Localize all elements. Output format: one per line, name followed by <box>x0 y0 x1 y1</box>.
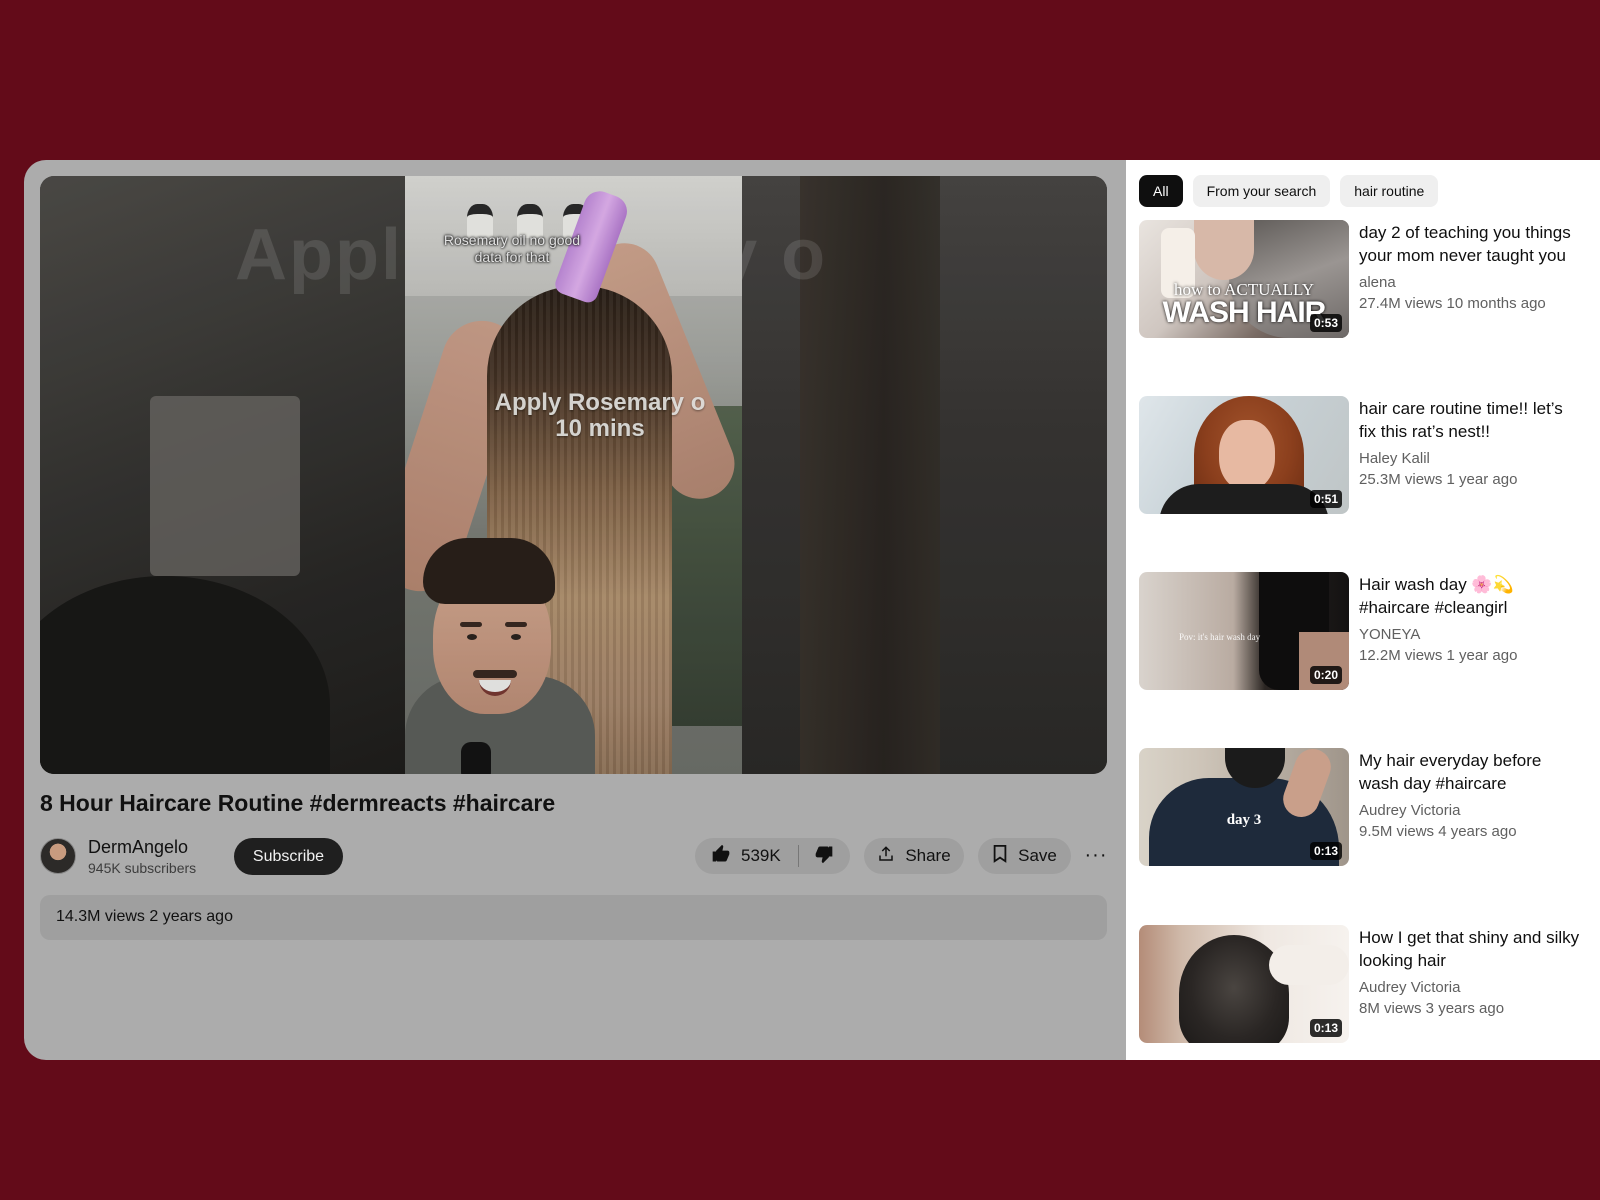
recommendations-sidebar: All From your search hair routine how to… <box>1126 160 1600 1060</box>
thumbs-up-icon <box>711 844 731 869</box>
like-dislike-group: 539K <box>695 838 850 874</box>
recommendation-meta: 8M views 3 years ago <box>1359 1000 1505 1017</box>
duration-badge: 0:51 <box>1309 490 1342 508</box>
save-button[interactable]: Save <box>978 838 1071 874</box>
subscriber-count: 945K subscribers <box>88 860 197 876</box>
thumbs-down-icon <box>814 844 834 869</box>
recommendation-item[interactable]: 0:13 How I get that shiny and silky look… <box>1139 925 1589 1045</box>
chip-hair-routine[interactable]: hair routine <box>1340 175 1439 207</box>
duration-badge: 0:20 <box>1309 666 1342 684</box>
thumb-shape <box>1219 420 1275 490</box>
duration-badge: 0:13 <box>1309 842 1342 860</box>
recommendation-channel[interactable]: alena <box>1359 274 1396 291</box>
recommendation-title[interactable]: hair care routine time!! let’s fix this … <box>1359 397 1584 443</box>
video-presenter-mustache <box>473 670 517 678</box>
recommendation-meta: 25.3M views 1 year ago <box>1359 471 1518 488</box>
recommendation-title[interactable]: My hair everyday before wash day #hairca… <box>1359 749 1584 795</box>
video-caption-top: Rosemary oil no good data for that <box>443 232 581 265</box>
video-thumbnail[interactable]: 0:13 <box>1139 925 1349 1043</box>
recommendation-item[interactable]: day 3 0:13 My hair everyday before wash … <box>1139 748 1589 868</box>
like-button[interactable]: 539K <box>695 838 798 874</box>
save-label: Save <box>1018 846 1057 865</box>
recommendation-channel[interactable]: Audrey Victoria <box>1359 802 1460 819</box>
recommendation-item[interactable]: 0:51 hair care routine time!! let’s fix … <box>1139 396 1589 516</box>
subscribe-button[interactable]: Subscribe <box>234 838 343 875</box>
thumb-shape <box>1179 935 1289 1043</box>
dislike-button[interactable] <box>799 838 849 874</box>
video-presenter-hair <box>423 538 555 604</box>
chip-from-your-search[interactable]: From your search <box>1192 175 1331 207</box>
recommendation-meta: 9.5M views 4 years ago <box>1359 823 1517 840</box>
recommendation-title[interactable]: How I get that shiny and silky looking h… <box>1359 926 1584 972</box>
video-presenter-brow <box>505 622 527 627</box>
recommendation-channel[interactable]: Audrey Victoria <box>1359 979 1460 996</box>
channel-avatar[interactable] <box>40 838 76 874</box>
bookmark-icon <box>992 844 1008 868</box>
video-thumbnail[interactable]: day 3 0:13 <box>1139 748 1349 866</box>
more-icon[interactable]: ··· <box>1084 840 1108 870</box>
video-center-frame: Rosemary oil no good data for that Apply… <box>405 176 742 774</box>
chip-all[interactable]: All <box>1139 175 1183 207</box>
duration-badge: 0:13 <box>1309 1019 1342 1037</box>
channel-name[interactable]: DermAngelo <box>88 837 188 858</box>
share-icon <box>877 845 895 868</box>
recommendation-meta: 27.4M views 10 months ago <box>1359 295 1546 312</box>
video-presenter-eye <box>467 634 477 640</box>
video-microphone <box>461 742 491 774</box>
video-caption-mid: Apply Rosemary o 10 mins <box>494 390 706 442</box>
recommendation-title[interactable]: Hair wash day 🌸💫 #haircare #cleangirl <box>1359 573 1584 619</box>
thumb-shape <box>1269 945 1349 985</box>
thumbnail-text: day 3 <box>1226 812 1262 828</box>
recommendation-item[interactable]: how to ACTUALLY WASH HAIR 0:53 day 2 of … <box>1139 220 1589 340</box>
recommendation-title[interactable]: day 2 of teaching you things your mom ne… <box>1359 221 1584 267</box>
thumbnail-text: Pov: it's hair wash day <box>1179 632 1261 642</box>
video-title: 8 Hour Haircare Routine #dermreacts #hai… <box>40 790 556 816</box>
thumb-shape <box>1159 484 1329 514</box>
video-thumbnail[interactable]: Pov: it's hair wash day 0:20 <box>1139 572 1349 690</box>
video-presenter-eye <box>511 634 521 640</box>
filter-chips: All From your search hair routine <box>1139 175 1439 207</box>
video-player[interactable]: Appl ary o Rosemary oil no good data f <box>40 176 1107 774</box>
share-label: Share <box>905 846 951 865</box>
video-presenter-brow <box>460 622 482 627</box>
views-and-date: 14.3M views 2 years ago <box>56 908 233 925</box>
video-thumbnail[interactable]: 0:51 <box>1139 396 1349 514</box>
recommendation-channel[interactable]: YONEYA <box>1359 626 1420 643</box>
description-box[interactable]: 14.3M views 2 years ago <box>40 895 1107 940</box>
video-thumbnail[interactable]: how to ACTUALLY WASH HAIR 0:53 <box>1139 220 1349 338</box>
recommendation-meta: 12.2M views 1 year ago <box>1359 647 1518 664</box>
like-count: 539K <box>741 846 781 865</box>
share-button[interactable]: Share <box>864 838 964 874</box>
recommendation-item[interactable]: Pov: it's hair wash day 0:20 Hair wash d… <box>1139 572 1589 692</box>
video-bg-mirror <box>150 396 300 576</box>
thumb-shape <box>1194 220 1254 280</box>
recommendation-channel[interactable]: Haley Kalil <box>1359 450 1430 467</box>
duration-badge: 0:53 <box>1309 314 1342 332</box>
